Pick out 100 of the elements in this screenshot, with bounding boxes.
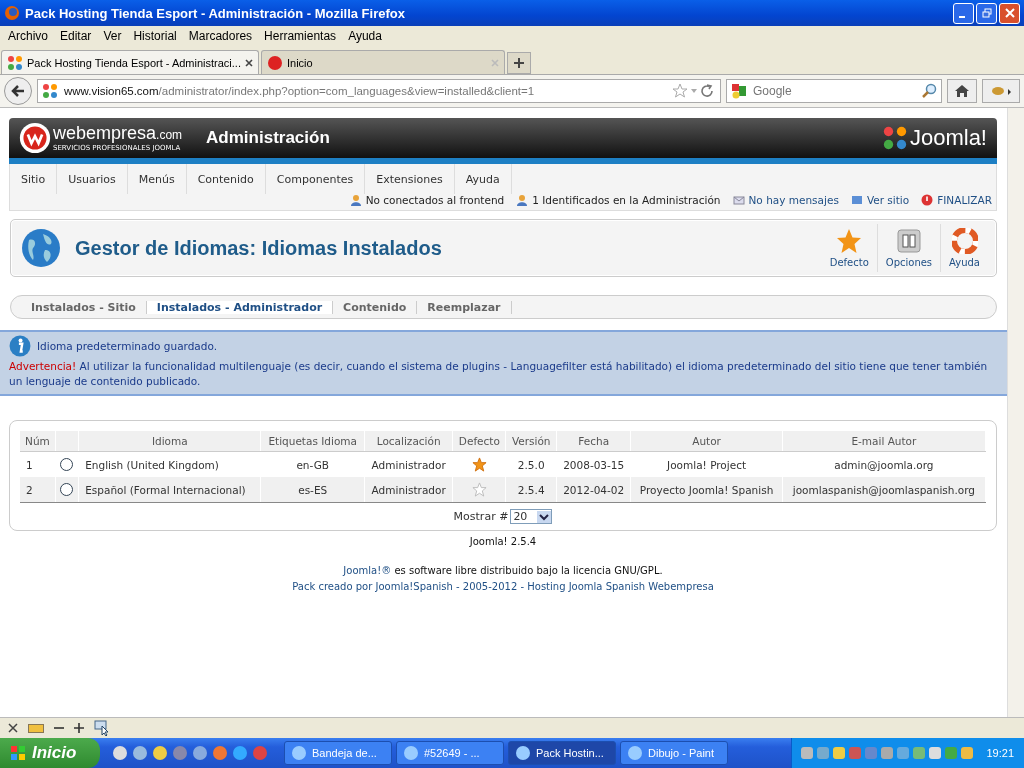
home-button[interactable] xyxy=(947,79,977,103)
license-text: Joomla!® es software libre distribuido bajo la licencia GNU/GPL. xyxy=(343,565,663,576)
filled-star-icon[interactable] xyxy=(471,457,487,472)
menu-item[interactable]: Ayuda xyxy=(343,29,389,43)
plus-icon xyxy=(514,58,524,68)
menu-item[interactable]: Marcadores xyxy=(183,29,260,43)
options-icon xyxy=(895,228,922,254)
column-header: Versión xyxy=(505,431,557,452)
app-icon xyxy=(291,745,307,761)
empty-star-icon[interactable] xyxy=(471,482,487,497)
plus-icon[interactable] xyxy=(74,723,84,733)
radio-button[interactable] xyxy=(60,458,74,472)
menu-item[interactable]: Editar xyxy=(55,29,99,43)
table-cell: Proyecto Joomla! Spanish xyxy=(630,477,783,503)
envelope-icon xyxy=(732,194,745,206)
search-engine-icon[interactable] xyxy=(731,83,747,99)
status-link[interactable]: No hay mensajes xyxy=(748,194,839,206)
quick-launch-icon[interactable] xyxy=(232,745,248,761)
address-bar[interactable]: www.vision65.com/administrator/index.php?option=com_languages&view=installed&client=1 xyxy=(37,79,721,103)
quick-launch-icon[interactable] xyxy=(112,745,128,761)
info-icon xyxy=(9,335,31,357)
webempresa-logo-icon xyxy=(19,122,51,154)
browser-tab[interactable]: Pack Hosting Tienda Esport - Administraci... xyxy=(1,50,259,74)
sub-tab[interactable]: Instalados - Administrador xyxy=(146,300,334,314)
toolbar-button[interactable]: Defecto xyxy=(821,224,877,272)
bookmark-reload-icon[interactable] xyxy=(672,83,716,99)
quick-launch-icon[interactable] xyxy=(172,745,188,761)
joomla-icon xyxy=(42,83,58,99)
browser-tab[interactable]: Inicio xyxy=(261,50,505,74)
table-cell: es-ES xyxy=(260,477,365,503)
radio-button[interactable] xyxy=(60,483,74,497)
credits-link[interactable]: Pack creado por Joomla!Spanish - 2005-2012 - Hosting Joomla Spanish Webempresa xyxy=(292,581,714,592)
joomla-link[interactable]: Joomla!® xyxy=(343,565,392,576)
app-icon xyxy=(515,745,531,761)
menu-item[interactable]: Historial xyxy=(128,29,184,43)
sub-tab[interactable]: Instalados - Sitio xyxy=(21,300,147,314)
tray-icon[interactable] xyxy=(800,746,815,760)
taskbar-button[interactable]: Dibujo - Paint xyxy=(620,741,728,765)
home-icon xyxy=(954,83,970,99)
table-cell: joomlaspanish@joomlaspanish.org xyxy=(782,477,986,503)
column-header: Autor xyxy=(630,431,783,452)
info-message: Idioma predeterminado guardado. xyxy=(37,340,218,352)
back-button[interactable] xyxy=(4,77,32,105)
main-menu-item[interactable]: Usuarios xyxy=(57,164,128,194)
start-button[interactable]: Inicio xyxy=(0,738,100,768)
tray-icon[interactable] xyxy=(832,746,847,760)
new-tab-button[interactable] xyxy=(507,52,531,74)
main-menu-item[interactable]: Ayuda xyxy=(454,164,512,194)
column-header: E-mail Autor xyxy=(782,431,986,452)
status-link[interactable]: Ver sitio xyxy=(866,194,910,206)
column-header: Núm xyxy=(20,431,56,452)
limit-select[interactable]: 20 xyxy=(510,509,553,524)
column-header: Localización xyxy=(364,431,453,452)
search-icon[interactable] xyxy=(921,83,937,99)
table-cell: 2 xyxy=(20,477,56,503)
status-link[interactable]: 1 Identificados en la Administración xyxy=(532,194,721,206)
windows-logo-icon xyxy=(10,745,26,761)
close-button[interactable] xyxy=(999,2,1020,24)
toolbar-button[interactable]: Ayuda xyxy=(940,224,988,272)
addon-button[interactable] xyxy=(982,79,1020,103)
sub-tab[interactable]: Contenido xyxy=(333,300,418,314)
main-menu-item[interactable]: Componentes xyxy=(265,164,366,194)
minimize-button[interactable] xyxy=(953,2,974,24)
main-menu-item[interactable]: Extensiones xyxy=(365,164,455,194)
tray-icon[interactable] xyxy=(960,746,975,760)
taskbar-button[interactable]: #52649 - ... xyxy=(396,741,504,765)
close-tab-icon[interactable] xyxy=(245,58,253,67)
brand-name: webempresa.com xyxy=(53,124,183,144)
menu-item[interactable]: Herramientas xyxy=(259,29,344,43)
tray-icon[interactable] xyxy=(928,746,943,760)
close-icon[interactable] xyxy=(8,723,18,733)
page-title: Gestor de Idiomas: Idiomas Instalados xyxy=(75,236,443,260)
restore-button[interactable] xyxy=(976,2,997,24)
minimize-icon xyxy=(959,16,965,18)
joomla-logo-icon xyxy=(881,125,908,151)
quick-launch-icon[interactable] xyxy=(132,745,148,761)
main-menu-item[interactable]: Contenido xyxy=(186,164,266,194)
ruler-icon[interactable] xyxy=(28,722,44,734)
menu-item[interactable]: Archivo xyxy=(3,29,55,43)
taskbar-button[interactable]: Bandeja de... xyxy=(284,741,392,765)
window-title: Pack Hosting Tienda Esport - Administración - Mozilla Firefox xyxy=(25,5,406,21)
status-link[interactable]: No conectados al frontend xyxy=(365,194,505,206)
quick-launch-icon[interactable] xyxy=(212,745,228,761)
logout-icon xyxy=(921,194,934,206)
menu-item[interactable]: Ver xyxy=(98,29,129,43)
webempresa-icon xyxy=(267,54,283,71)
toolbar-button[interactable]: Opciones xyxy=(876,224,941,272)
table-cell: 2012-04-02 xyxy=(556,477,631,503)
quick-launch-icon[interactable] xyxy=(192,745,208,761)
main-menu-item[interactable]: Sitio xyxy=(10,164,58,194)
scrollbar[interactable] xyxy=(1007,108,1024,717)
taskbar-button[interactable]: Pack Hostin... xyxy=(508,741,616,765)
sub-tab[interactable]: Reemplazar xyxy=(417,300,512,314)
tab-title: Pack Hosting Tienda Esport - Administraci... xyxy=(27,56,241,69)
status-link[interactable]: FINALIZAR xyxy=(937,194,992,206)
search-field[interactable]: Google xyxy=(726,79,942,103)
main-menu-item[interactable]: Menús xyxy=(127,164,187,194)
pointer-icon[interactable] xyxy=(94,720,110,736)
star-icon xyxy=(836,228,863,254)
quick-launch-icon[interactable] xyxy=(152,745,168,761)
